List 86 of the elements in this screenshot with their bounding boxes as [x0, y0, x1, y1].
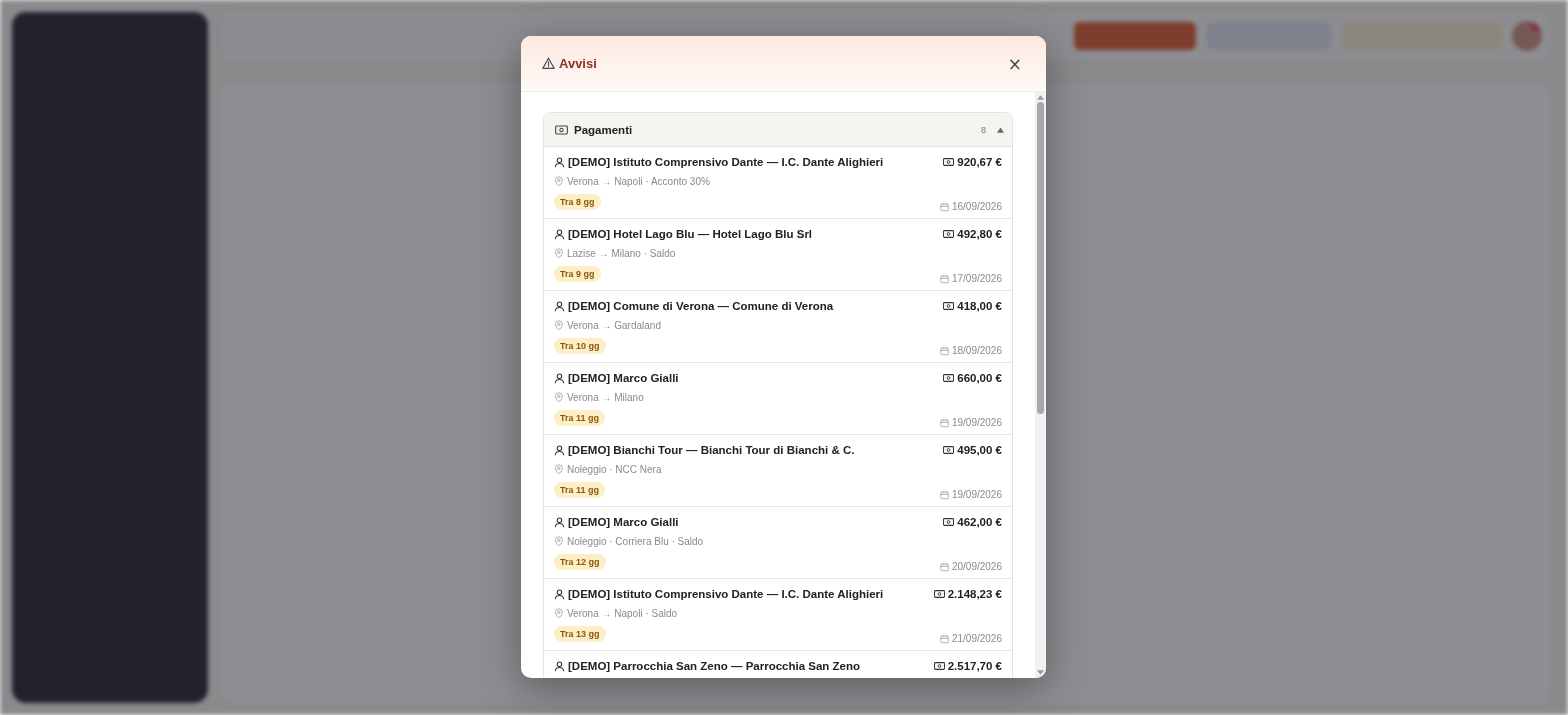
route-text: Noleggio · Corriera Blu · Saldo	[567, 535, 704, 547]
amount-text: 920,67 €	[957, 156, 1002, 168]
count-label: 8	[981, 124, 986, 135]
calendar-icon	[939, 345, 949, 356]
client-name: [DEMO] Hotel Lago Blu — Hotel Lago Blu Srl	[568, 228, 814, 240]
calendar-icon	[939, 633, 949, 644]
due-date: 16/09/2026	[951, 201, 1002, 212]
due-badge: Tra 11 gg	[554, 482, 606, 498]
payment-item[interactable]: [DEMO] Parrocchia San Zeno — Parrocchia San Zeno 2.517,70 €	[544, 651, 1012, 678]
amount-text: 462,00 €	[957, 516, 1002, 528]
person-icon	[554, 588, 565, 600]
cash-icon	[933, 662, 945, 670]
notification-avatar-icon	[1512, 21, 1542, 51]
calendar-icon	[939, 417, 949, 428]
due-badge: Tra 12 gg	[554, 554, 606, 570]
client-name: [DEMO] Istituto Comprensivo Dante — I.C. Dante Alighieri	[568, 156, 885, 168]
due-badge: Tra 11 gg	[554, 410, 606, 426]
location-pin-icon	[554, 319, 564, 331]
cash-icon	[943, 446, 955, 454]
section-title: Pagamenti	[574, 123, 634, 136]
person-icon	[554, 660, 565, 672]
cash-icon	[943, 374, 955, 382]
calendar-icon	[939, 561, 949, 572]
client-name: [DEMO] Marco Gialli	[568, 516, 680, 528]
payment-item[interactable]: [DEMO] Marco Gialli 462,00 € Noleggio · Corriera Blu · Saldo Tra 12 gg 20/09/2026	[544, 507, 1012, 579]
route-text: Noleggio · NCC Nera	[567, 463, 662, 475]
location-pin-icon	[554, 175, 564, 187]
due-badge: Tra 13 gg	[554, 626, 606, 642]
payment-item[interactable]: [DEMO] Comune di Verona — Comune di Verona 418,00 € Verona → Gardaland Tra 10 gg 18/09/2026	[544, 291, 1012, 363]
cash-icon	[943, 518, 955, 526]
due-badge: Tra 10 gg	[554, 338, 606, 354]
route-text: Verona → Napoli · Saldo	[567, 607, 678, 619]
route-text: Verona → Gardaland	[567, 319, 661, 331]
calendar-icon	[939, 489, 949, 500]
amount-text: 495,00 €	[957, 444, 1002, 456]
section-header[interactable]: Pagamenti 8	[544, 113, 1012, 147]
due-date: 21/09/2026	[951, 633, 1002, 644]
location-pin-icon	[554, 247, 564, 259]
due-badge: Tra 8 gg	[554, 194, 601, 210]
warning-icon	[542, 57, 555, 70]
client-name: [DEMO] Istituto Comprensivo Dante — I.C. Dante Alighieri	[568, 588, 885, 600]
due-date: 18/09/2026	[951, 345, 1002, 356]
cash-icon	[555, 124, 568, 135]
dialog-title: Avvisi	[559, 56, 598, 71]
scrollbar[interactable]	[1035, 92, 1046, 678]
close-button[interactable]: ×	[1003, 53, 1026, 74]
cash-icon	[943, 230, 955, 238]
amount-text: 2.517,70 €	[947, 660, 1002, 672]
due-date: 19/09/2026	[951, 489, 1002, 500]
cash-icon	[933, 590, 945, 598]
route-text: Verona → Milano	[567, 391, 644, 403]
location-pin-icon	[554, 535, 564, 547]
amount-text: 492,80 €	[957, 228, 1002, 240]
amount-text: 660,00 €	[957, 372, 1002, 384]
client-name: [DEMO] Comune di Verona — Comune di Verona	[568, 300, 835, 312]
person-icon	[554, 300, 565, 312]
payment-item[interactable]: [DEMO] Bianchi Tour — Bianchi Tour di Bianchi & C. 495,00 € Noleggio · NCC Nera Tra 11 gg 19/09/2026	[544, 435, 1012, 507]
payment-item[interactable]: [DEMO] Istituto Comprensivo Dante — I.C. Dante Alighieri 920,67 € Verona → Napoli · Acconto 30% Tra 8 gg 16/09/2026	[544, 147, 1012, 219]
location-pin-icon	[554, 463, 564, 475]
cash-icon	[943, 302, 955, 310]
location-pin-icon	[554, 607, 564, 619]
due-date: 20/09/2026	[951, 561, 1002, 572]
client-name: [DEMO] Marco Gialli	[568, 372, 680, 384]
due-date: 19/09/2026	[951, 417, 1002, 428]
location-pin-icon	[554, 391, 564, 403]
amount-text: 2.148,23 €	[947, 588, 1002, 600]
person-icon	[554, 516, 565, 528]
person-icon	[554, 228, 565, 240]
payment-item[interactable]: [DEMO] Istituto Comprensivo Dante — I.C. Dante Alighieri 2.148,23 € Verona → Napoli · Saldo Tra 13 gg 21/09/2026	[544, 579, 1012, 651]
client-name: [DEMO] Parrocchia San Zeno — Parrocchia San Zeno	[568, 660, 862, 672]
scroll-up-icon[interactable]	[1037, 95, 1044, 100]
due-badge: Tra 9 gg	[554, 266, 601, 282]
cash-icon	[943, 158, 955, 166]
person-icon	[554, 372, 565, 384]
client-name: [DEMO] Bianchi Tour — Bianchi Tour di Bianchi & C.	[568, 444, 856, 456]
scroll-down-icon[interactable]	[1037, 670, 1044, 675]
person-icon	[554, 156, 565, 168]
person-icon	[554, 444, 565, 456]
calendar-icon	[939, 273, 949, 284]
route-text: Verona → Napoli · Acconto 30%	[567, 175, 710, 187]
payment-item[interactable]: [DEMO] Marco Gialli 660,00 € Verona → Milano Tra 11 gg 19/09/2026	[544, 363, 1012, 435]
payment-item[interactable]: [DEMO] Hotel Lago Blu — Hotel Lago Blu Srl 492,80 € Lazise → Milano · Saldo Tra 9 gg 17/09/2026	[544, 219, 1012, 291]
due-date: 17/09/2026	[951, 273, 1002, 284]
amount-text: 418,00 €	[957, 300, 1002, 312]
route-text: Lazise → Milano · Saldo	[567, 247, 676, 259]
calendar-icon	[939, 201, 949, 212]
